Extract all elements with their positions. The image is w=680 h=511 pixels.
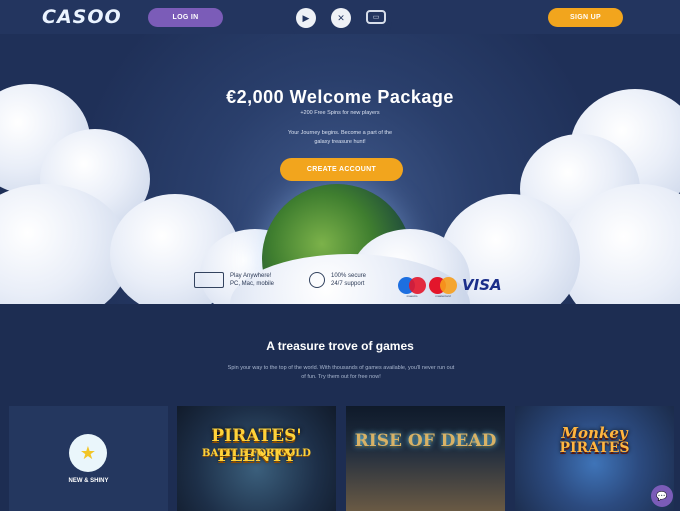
feature-line: 100% secure xyxy=(331,273,367,279)
feature-line: 24/7 support xyxy=(331,281,365,288)
new-and-shiny-card[interactable]: ★ NEW & SHINY xyxy=(9,406,168,511)
hero-banner: €2,000 Welcome Package +200 Free Spins f… xyxy=(0,34,680,304)
hero-title: €2,000 Welcome Package xyxy=(226,87,454,107)
hero-subtitle: +200 Free Spins for new players xyxy=(300,110,380,116)
live-tv-icon[interactable]: ▭ xyxy=(366,10,386,24)
play-icon[interactable]: ▶ xyxy=(296,8,316,28)
payment-methods: maestro mastercard VISA xyxy=(398,276,502,298)
hero-text: Your Journey begins. Become a part of th… xyxy=(287,130,393,145)
chat-bubble-icon[interactable]: 💬 xyxy=(651,485,673,507)
login-button[interactable]: LOG IN xyxy=(148,8,223,27)
games-section-title: A treasure trove of games xyxy=(266,339,414,353)
mastercard-logo: mastercard xyxy=(429,276,457,298)
game-category-tabs: ▶ ✕ ▭ xyxy=(290,0,392,38)
feature-text: Play Anywhere! PC, Mac, mobile xyxy=(230,272,274,288)
visa-logo: VISA xyxy=(462,276,502,294)
chip-icon[interactable]: ✕ xyxy=(331,8,351,28)
game-subtitle: BATTLE FOR GOLD xyxy=(202,448,311,459)
game-subtitle: PIRATES xyxy=(559,440,630,456)
maestro-logo: maestro xyxy=(398,276,426,298)
game-tile-rise-of-dead[interactable]: RISE OF DEAD xyxy=(346,406,505,511)
create-account-button[interactable]: CREATE ACCOUNT xyxy=(280,158,403,181)
maestro-label: maestro xyxy=(406,293,418,298)
feature-line: Play Anywhere! xyxy=(230,273,272,279)
feature-secure-support: 100% secure 24/7 support xyxy=(309,272,366,289)
new-and-shiny-label: NEW & SHINY xyxy=(68,478,109,484)
feature-play-anywhere: Play Anywhere! PC, Mac, mobile xyxy=(194,272,274,289)
game-title: RISE OF DEAD xyxy=(354,431,497,451)
feature-text: 100% secure 24/7 support xyxy=(331,272,366,288)
signup-button[interactable]: SIGN UP xyxy=(548,8,623,27)
devices-icon xyxy=(194,272,224,289)
mastercard-label: mastercard xyxy=(435,293,451,298)
game-tile-pirates-plenty[interactable]: PIRATES' PLENTY BATTLE FOR GOLD xyxy=(177,406,336,511)
support-icon xyxy=(309,272,325,289)
logo-text: CASOO xyxy=(42,6,122,28)
new-star-icon: ★ xyxy=(69,434,107,472)
games-section-text: Spin your way to the top of the world. W… xyxy=(227,365,455,380)
casoo-logo[interactable]: CASOO xyxy=(42,6,122,28)
game-title: PIRATES' PLENTY xyxy=(211,426,302,466)
feature-line: PC, Mac, mobile xyxy=(230,281,275,288)
